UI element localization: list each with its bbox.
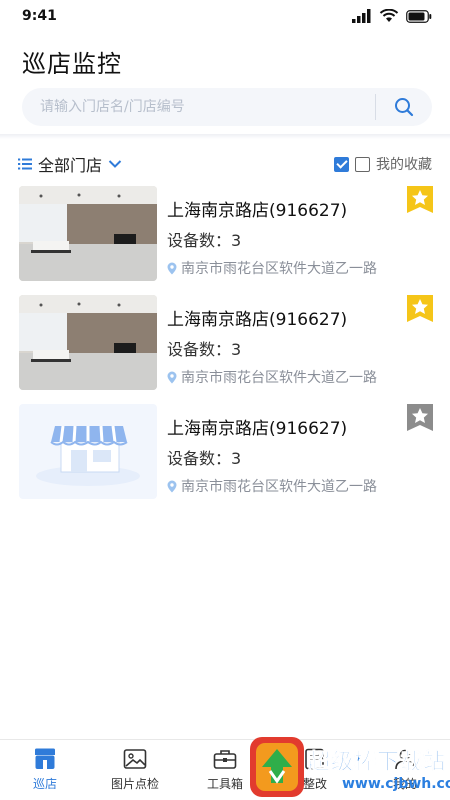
tab-label: 图片点检 [110, 777, 159, 791]
status-icons [352, 9, 432, 23]
watermark: 超级棒下载站 www.cjbwh.com [246, 734, 450, 800]
tab-label: 工具箱 [206, 777, 243, 791]
store-placeholder-image [19, 404, 157, 499]
store-address-text: 南京市雨花台区软件大道乙一路 [181, 261, 377, 277]
watermark-url: www.cjbwh.com [342, 776, 450, 792]
store-address: 南京市雨花台区软件大道乙一路 [167, 367, 377, 387]
toolbox-icon [213, 750, 237, 769]
tab-image-check[interactable]: 图片点检 [90, 740, 180, 800]
location-pin-icon [167, 371, 177, 383]
location-pin-icon [167, 262, 177, 274]
favorites-checkbox-secondary[interactable] [355, 156, 370, 172]
list-icon [18, 158, 32, 170]
signal-icon [352, 9, 371, 23]
store-list: 上海南京路店(916627) 设备数：3 南京市雨花台区软件大道乙一路 上海南京… [0, 186, 450, 513]
search-input[interactable] [22, 88, 375, 126]
favorites-checkbox[interactable] [334, 156, 349, 172]
watermark-logo [250, 737, 304, 797]
search-box [22, 88, 432, 126]
store-address-text: 南京市雨花台区软件大道乙一路 [181, 479, 377, 495]
store-scope-dropdown[interactable]: 全部门店 [18, 152, 122, 176]
favorite-star-icon[interactable] [407, 295, 433, 322]
status-time: 9:41 [22, 8, 57, 24]
search-icon [395, 98, 414, 117]
chevron-down-icon [108, 160, 122, 168]
status-bar: 9:41 [0, 0, 450, 32]
store-icon [35, 748, 55, 769]
header-divider [0, 134, 450, 139]
store-address: 南京市雨花台区软件大道乙一路 [167, 476, 377, 496]
store-thumbnail [19, 295, 157, 390]
tab-label: 巡店 [32, 777, 57, 791]
watermark-text: 超级棒下载站 [308, 750, 447, 776]
store-device-count: 设备数：3 [167, 231, 242, 250]
search-button[interactable] [376, 88, 432, 126]
store-list-item[interactable]: 上海南京路店(916627) 设备数：3 南京市雨花台区软件大道乙一路 [0, 295, 450, 403]
image-icon [123, 749, 147, 769]
filter-bar: 全部门店 我的收藏 [0, 150, 450, 178]
store-address-text: 南京市雨花台区软件大道乙一路 [181, 370, 377, 386]
favorite-star-icon[interactable] [407, 404, 433, 431]
store-list-item[interactable]: 上海南京路店(916627) 设备数：3 南京市雨花台区软件大道乙一路 [0, 186, 450, 294]
store-thumbnail [19, 186, 157, 281]
page-title: 巡店监控 [22, 50, 122, 78]
store-device-count: 设备数：3 [167, 449, 242, 468]
store-scope-label: 全部门店 [38, 156, 103, 175]
favorites-label: 我的收藏 [376, 157, 432, 173]
wifi-icon [379, 9, 399, 22]
store-name: 上海南京路店(916627) [167, 201, 348, 221]
store-list-item[interactable]: 上海南京路店(916627) 设备数：3 南京市雨花台区软件大道乙一路 [0, 404, 450, 512]
favorite-star-icon[interactable] [407, 186, 433, 213]
battery-icon [406, 9, 432, 23]
store-name: 上海南京路店(916627) [167, 310, 348, 330]
store-address: 南京市雨花台区软件大道乙一路 [167, 258, 377, 278]
store-name: 上海南京路店(916627) [167, 419, 348, 439]
favorites-filter[interactable]: 我的收藏 [334, 154, 432, 174]
store-device-count: 设备数：3 [167, 340, 242, 359]
location-pin-icon [167, 480, 177, 492]
tab-patrol[interactable]: 巡店 [0, 740, 90, 800]
